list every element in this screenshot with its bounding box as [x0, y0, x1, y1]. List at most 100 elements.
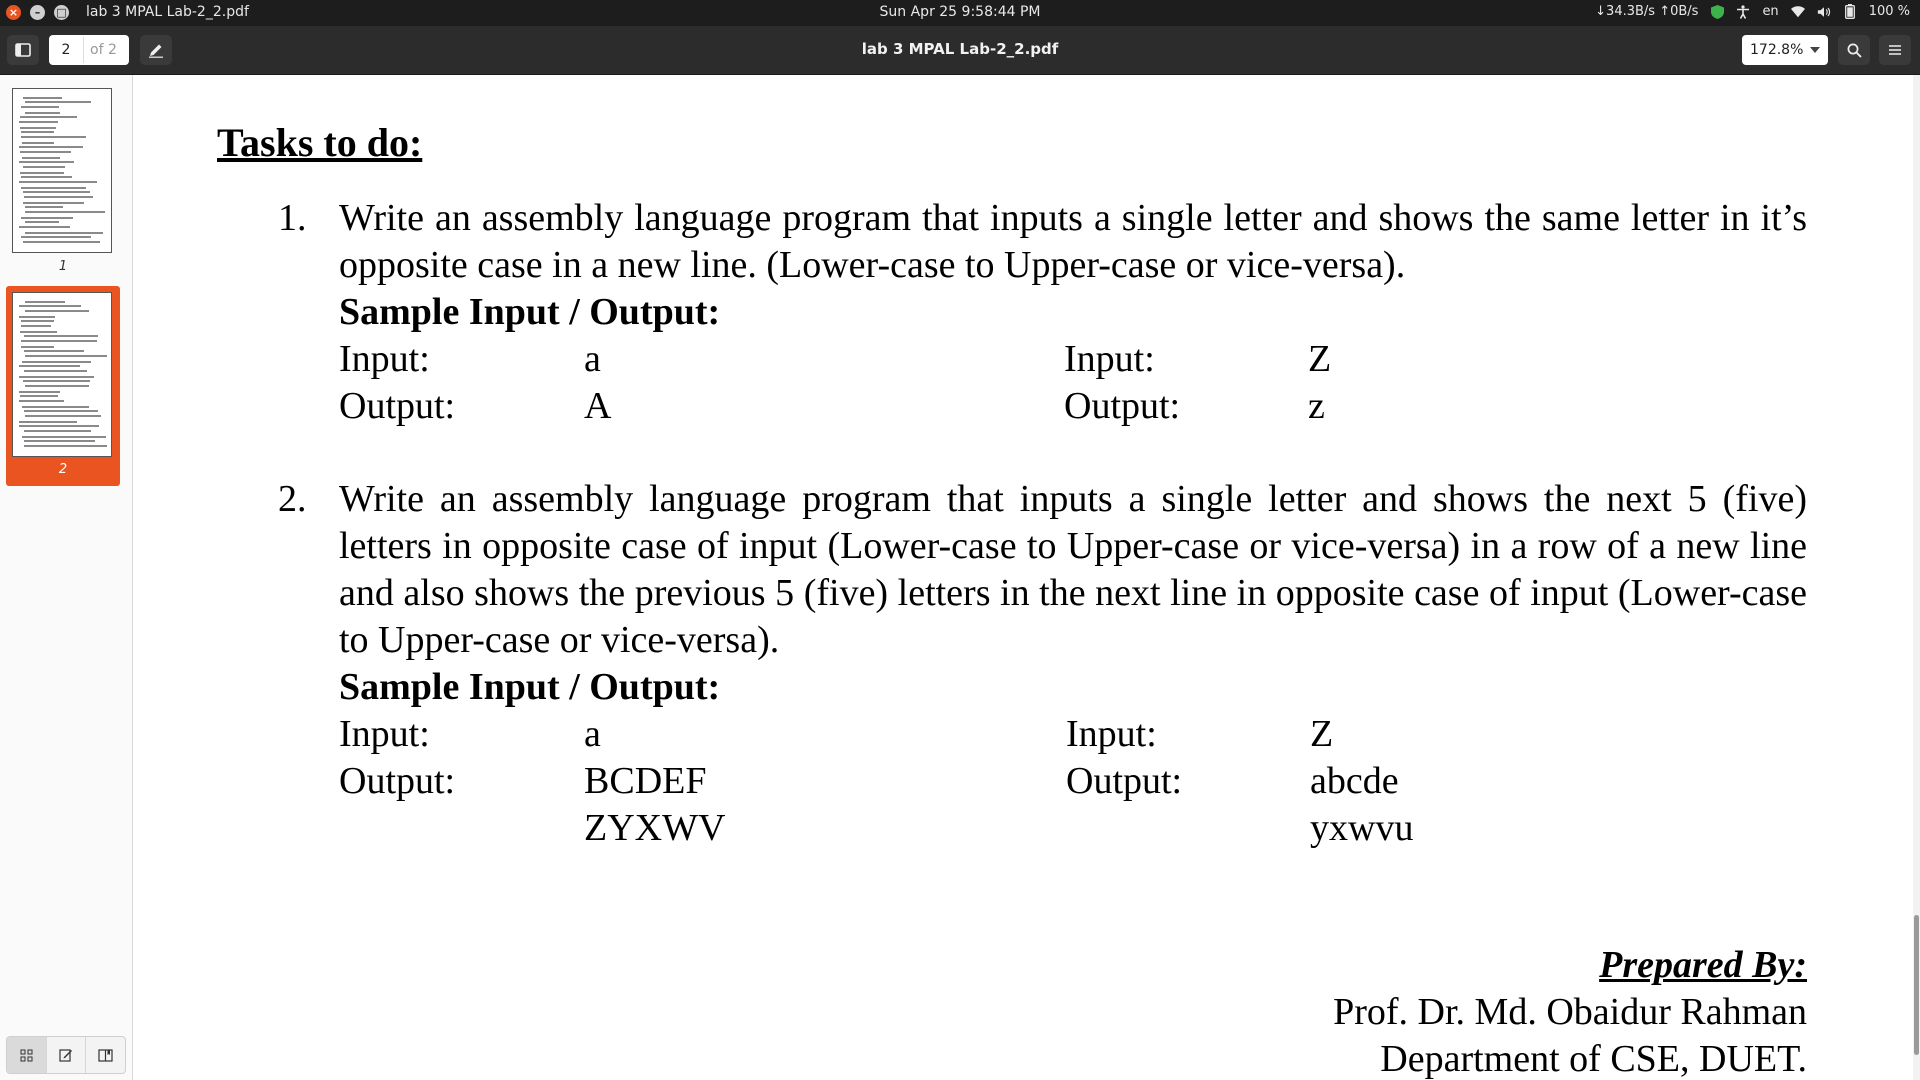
output-value: z	[1308, 385, 1325, 427]
thumbnail-text-line	[22, 361, 91, 363]
thumbnail-text-line	[24, 445, 107, 447]
output-value: abcde	[1310, 760, 1399, 802]
page-number-input[interactable]	[49, 36, 83, 64]
app-toolbar: of 2 lab 3 MPAL Lab-2_2.pdf 172.8%	[0, 26, 1920, 75]
input-value: Z	[1308, 338, 1332, 380]
thumbnail-text-line	[19, 146, 83, 148]
battery-level: 100 %	[1868, 4, 1910, 19]
thumbnail-text-line	[25, 301, 65, 303]
output-value: A	[584, 385, 612, 427]
thumbnail-text-line	[21, 217, 73, 219]
thumbnail-text-line	[19, 316, 55, 318]
search-icon	[1847, 43, 1862, 58]
maximize-window-button[interactable]: □	[54, 5, 69, 20]
toggle-sidebar-button[interactable]	[7, 35, 39, 65]
thumbnail-text-line	[25, 232, 103, 234]
thumbnail-text-line	[24, 370, 87, 372]
scrollbar-thumb[interactable]	[1914, 915, 1919, 1055]
input-value: Z	[1310, 713, 1334, 755]
zoom-select[interactable]: 172.8%	[1742, 35, 1828, 65]
vertical-scrollbar[interactable]	[1913, 75, 1920, 1080]
thumbnail-text-line	[19, 121, 58, 123]
book-icon	[98, 1048, 113, 1062]
battery-icon[interactable]	[1843, 4, 1857, 19]
thumbnail-text-line	[25, 385, 89, 387]
thumbnail-text-line	[19, 400, 64, 402]
system-tray: ↓34.3B/s ↑0B/s en 100 %	[1595, 4, 1910, 19]
document-title: lab 3 MPAL Lab-2_2.pdf	[861, 40, 1059, 58]
output-label: Output:	[1066, 760, 1183, 802]
bookmarks-tab[interactable]	[86, 1037, 125, 1073]
thumbnail-text-line	[20, 116, 77, 118]
input-label: Input:	[1066, 713, 1157, 755]
thumbnail-text-line	[23, 166, 65, 168]
window-title: lab 3 MPAL Lab-2_2.pdf	[86, 4, 249, 20]
thumbnail-text-line	[25, 112, 60, 114]
thumbnail-text-line	[25, 211, 105, 213]
thumbnail-text-line	[22, 436, 106, 438]
task-description: Write an assembly language program that …	[339, 197, 1807, 286]
thumbnail-text-line	[19, 391, 60, 393]
thumbnail-text-line	[19, 376, 94, 378]
thumbnail-text-line	[19, 181, 97, 183]
page-thumbnail-image	[12, 292, 112, 457]
edit-note-icon	[59, 1049, 72, 1062]
zoom-level: 172.8%	[1750, 42, 1804, 58]
menu-button[interactable]	[1879, 35, 1911, 65]
thumbnail-text-line	[21, 325, 51, 327]
thumbnail-text-line	[21, 187, 86, 189]
thumbnail-sidebar: 1 2	[0, 75, 133, 1080]
sidebar-icon	[15, 43, 31, 57]
volume-icon[interactable]	[1817, 5, 1831, 19]
thumbnail-text-line	[22, 406, 89, 408]
thumbnail-text-line	[22, 157, 60, 159]
thumbnail-text-line	[19, 226, 70, 228]
grid-icon	[20, 1049, 33, 1061]
sample-io-heading: Sample Input / Output:	[339, 291, 721, 333]
page-thumbnail-1[interactable]: 1	[6, 82, 120, 282]
input-label: Input:	[339, 713, 430, 755]
thumbnails-tab[interactable]	[7, 1037, 47, 1073]
thumbnail-text-line	[20, 127, 56, 129]
thumbnail-text-line	[20, 172, 64, 174]
input-value: a	[584, 338, 601, 380]
thumbnail-text-line	[23, 241, 100, 243]
author-department: Department of CSE, DUET.	[1380, 1038, 1807, 1080]
output-value: yxwvu	[1310, 807, 1414, 849]
thumbnail-text-line	[23, 202, 84, 204]
output-label: Output:	[339, 760, 456, 802]
task-number: 2.	[278, 478, 307, 520]
thumbnail-text-line	[21, 320, 54, 322]
task-description: Write an assembly language program that …	[339, 478, 1807, 661]
annotations-tab[interactable]	[47, 1037, 87, 1073]
page-thumbnail-2[interactable]: 2	[6, 286, 120, 486]
shield-icon[interactable]	[1710, 4, 1724, 19]
hamburger-menu-icon	[1889, 45, 1901, 55]
thumbnail-text-line	[21, 236, 91, 238]
accessibility-icon[interactable]	[1736, 4, 1750, 19]
document-view: Tasks to do: 1. Write an assembly langua…	[133, 75, 1913, 1080]
thumbnail-text-line	[19, 421, 77, 423]
wifi-icon[interactable]	[1790, 5, 1805, 19]
thumbnail-text-line	[25, 101, 91, 103]
task-number: 1.	[278, 197, 307, 239]
thumbnail-text-line	[21, 136, 86, 138]
thumbnail-text-line	[25, 221, 59, 223]
sample-io-heading: Sample Input / Output:	[339, 666, 721, 708]
thumbnail-text-line	[19, 305, 81, 307]
chevron-down-icon	[1810, 47, 1820, 53]
thumbnail-text-line	[20, 395, 58, 397]
search-button[interactable]	[1838, 35, 1870, 65]
page-total: of 2	[83, 37, 117, 63]
output-value: BCDEF	[584, 760, 707, 802]
minimize-window-button[interactable]: –	[30, 5, 45, 20]
output-value: ZYXWV	[584, 807, 726, 849]
keyboard-language[interactable]: en	[1762, 4, 1778, 19]
thumbnail-text-line	[21, 131, 54, 133]
thumbnail-text-line	[24, 440, 95, 442]
annotate-button[interactable]	[140, 35, 172, 65]
close-window-button[interactable]: ×	[6, 5, 21, 20]
system-top-bar: × – □ lab 3 MPAL Lab-2_2.pdf Sun Apr 25 …	[0, 0, 1920, 26]
page-thumbnail-image	[12, 88, 112, 253]
thumbnail-text-line	[21, 346, 54, 348]
